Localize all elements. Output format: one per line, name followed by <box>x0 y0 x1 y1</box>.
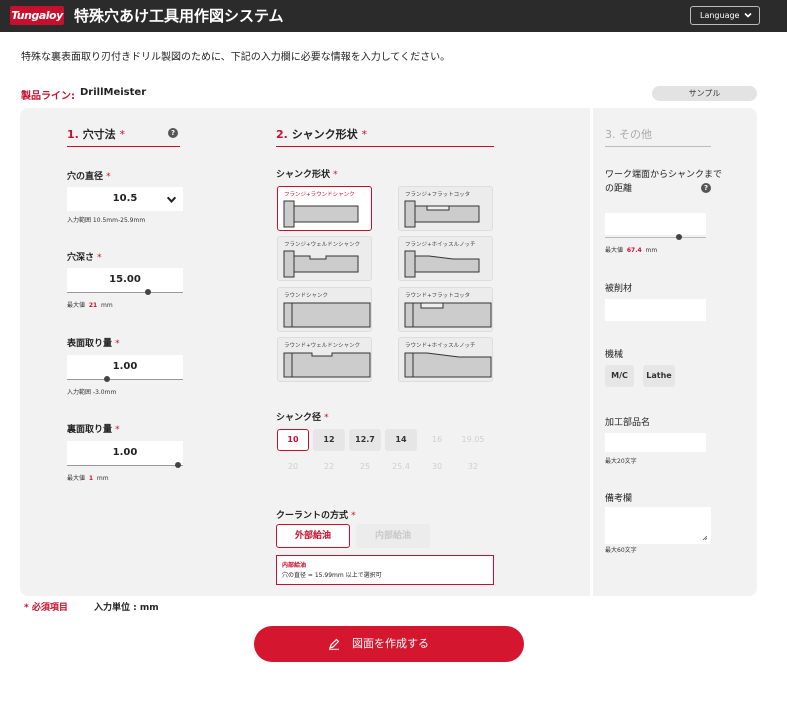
shank-option-round[interactable]: ラウンドシャンク <box>277 287 372 332</box>
shank-diameter-option: 20 <box>287 462 299 471</box>
shank-option-round-weldon[interactable]: ラウンド+ウェルドンシャンク <box>277 337 372 382</box>
section-underline <box>276 146 494 147</box>
hole-diameter-hint: 入力範囲 10.5mm-25.9mm <box>67 217 146 224</box>
part-name-label: 加工部品名 <box>605 418 651 428</box>
back-chamfer-label: 裏面取り量 * <box>67 425 120 435</box>
back-chamfer-hint: 最大値 1 mm <box>67 475 109 482</box>
back-chamfer-slider[interactable] <box>67 465 183 466</box>
shank-diameter-label: シャンク径 * <box>276 413 329 423</box>
front-chamfer-input[interactable]: 1.00 <box>67 355 183 379</box>
back-chamfer-slider-handle[interactable] <box>175 462 181 468</box>
shank-option-flange-whistle[interactable]: フランジ+ホイッスルノッチ <box>398 236 493 281</box>
pencil-icon <box>329 638 340 650</box>
front-chamfer-label: 表面取り量 * <box>67 339 120 349</box>
create-drawing-label: 図面を作成する <box>352 637 429 650</box>
product-line-value: DrillMeister <box>80 87 147 98</box>
part-name-hint: 最大20文字 <box>605 458 637 465</box>
coolant-external-button[interactable]: 外部給油 <box>276 524 350 548</box>
hole-depth-hint: 最大値 21 mm <box>67 302 113 309</box>
shank-option-round-whistle[interactable]: ラウンド+ホイッスルノッチ <box>398 337 493 382</box>
chevron-down-icon <box>166 196 177 203</box>
coolant-warning: 内部給油 穴の直径 = 15.99mm 以上で選択可 <box>276 555 494 585</box>
shank-diameter-option[interactable]: 10 <box>277 429 309 451</box>
chevron-down-icon <box>744 12 752 18</box>
front-chamfer-slider-handle[interactable] <box>104 376 110 382</box>
language-label: Language <box>700 11 740 20</box>
shank-option-round-flat[interactable]: ラウンド+フラットコッタ <box>398 287 493 332</box>
unit-legend: 入力単位 : mm <box>94 603 159 613</box>
remarks-textarea[interactable] <box>605 507 711 544</box>
machine-mc-button[interactable]: M/C <box>605 365 634 387</box>
create-drawing-button[interactable]: 図面を作成する <box>254 626 524 662</box>
hole-depth-input[interactable]: 15.00 <box>67 268 183 292</box>
hole-diameter-label: 穴の直径 * <box>67 172 111 182</box>
app-title: 特殊穴あけ工具用作図システム <box>74 7 284 25</box>
shank-diameter-option: 19.05 <box>461 435 485 444</box>
intro-text: 特殊な裏表面取り刃付きドリル製図のために、下記の入力欄に必要な情報を入力してくだ… <box>21 52 451 63</box>
machine-lathe-button[interactable]: Lathe <box>643 365 675 387</box>
shank-diameter-option: 30 <box>431 462 443 471</box>
coolant-label: クーラントの方式 * <box>276 511 356 521</box>
machine-label: 機械 <box>605 350 624 360</box>
shank-diameter-option: 16 <box>431 435 443 444</box>
shank-diameter-option: 25.4 <box>392 462 410 471</box>
help-icon[interactable]: ? <box>168 128 178 138</box>
hole-depth-label: 穴深さ * <box>67 253 102 263</box>
distance-hint: 最大値 67.4 mm <box>605 247 658 254</box>
product-line-label: 製品ライン: <box>21 91 75 102</box>
material-label: 被削材 <box>605 284 633 294</box>
shank-diameter-option: 32 <box>467 462 479 471</box>
resize-grip-icon[interactable] <box>702 535 708 541</box>
shank-option-flange-weldon[interactable]: フランジ+ウェルドンシャンク <box>277 236 372 281</box>
shank-option-flange-flat[interactable]: フランジ+フラットコッタ <box>398 186 493 231</box>
remarks-hint: 最大60文字 <box>605 547 637 554</box>
shank-diameter-option[interactable]: 14 <box>385 429 417 451</box>
section-shank-title: 2. シャンク形状 * <box>276 128 368 141</box>
hole-depth-slider[interactable] <box>67 292 183 293</box>
shank-diameter-option: 22 <box>323 462 335 471</box>
distance-slider[interactable] <box>605 237 706 238</box>
part-name-input[interactable] <box>605 433 706 452</box>
shank-diameter-option: 25 <box>359 462 371 471</box>
sample-button[interactable]: サンプル <box>652 86 757 101</box>
back-chamfer-input[interactable]: 1.00 <box>67 441 183 465</box>
tungaloy-logo[interactable]: Tungaloy <box>10 6 64 25</box>
distance-input[interactable] <box>605 213 706 235</box>
shank-option-flange-round[interactable]: フランジ+ラウンドシャンク <box>277 186 372 231</box>
section-underline <box>67 146 180 147</box>
distance-slider-handle[interactable] <box>676 234 682 240</box>
material-input[interactable] <box>605 299 706 321</box>
required-legend: * 必須項目 <box>24 603 68 613</box>
front-chamfer-slider[interactable] <box>67 379 183 380</box>
section-hole-dimensions-title: 1. 穴寸法 * <box>67 128 126 141</box>
coolant-internal-button: 内部給油 <box>356 524 430 548</box>
help-icon[interactable]: ? <box>701 183 711 193</box>
hole-diameter-select[interactable]: 10.5 <box>67 187 183 211</box>
shank-shape-label: シャンク形状 * <box>276 170 338 180</box>
hole-depth-slider-handle[interactable] <box>145 289 151 295</box>
app-header: Tungaloy 特殊穴あけ工具用作図システム Language <box>0 0 787 32</box>
front-chamfer-hint: 入力範囲 -3.0mm <box>67 389 117 396</box>
shank-diameter-option[interactable]: 12.7 <box>349 429 381 451</box>
section-underline <box>605 146 711 147</box>
language-select[interactable]: Language <box>690 6 760 25</box>
section-other-title: 3. その他 <box>605 128 652 141</box>
shank-diameter-option[interactable]: 12 <box>313 429 345 451</box>
remarks-label: 備考欄 <box>605 494 633 504</box>
